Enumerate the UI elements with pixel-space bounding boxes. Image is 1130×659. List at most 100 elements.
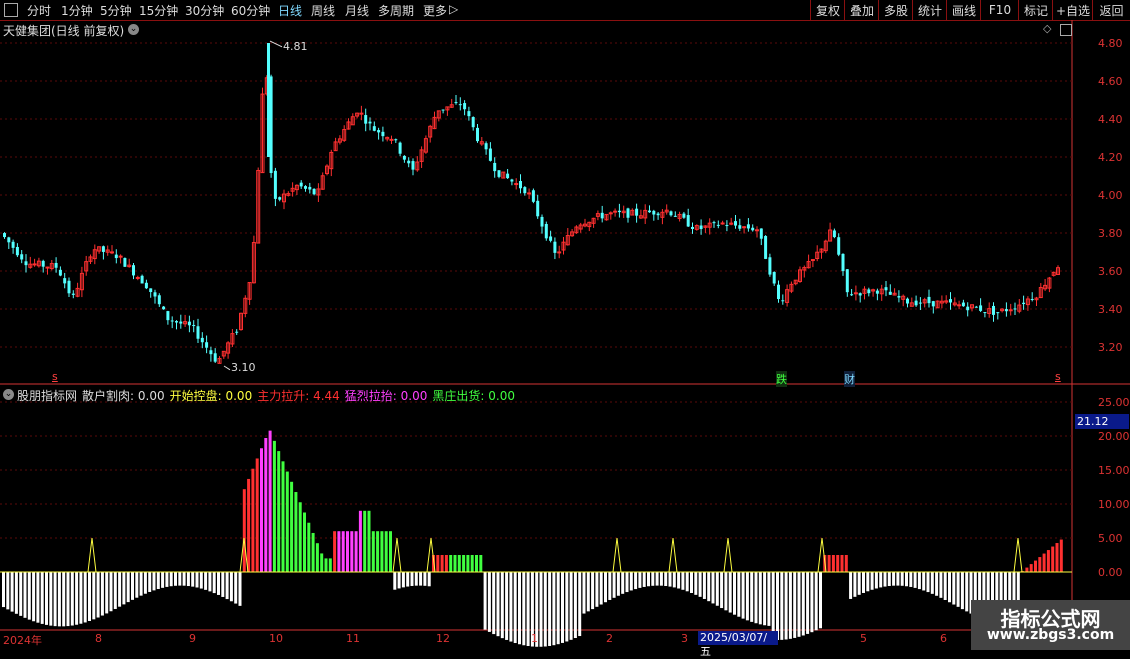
price-tick: 3.20 xyxy=(1098,341,1123,354)
indicator-bar xyxy=(767,572,771,626)
candle-body xyxy=(850,294,854,296)
candle-body xyxy=(837,237,841,255)
candle-body xyxy=(364,115,368,124)
indicator-bar xyxy=(634,572,638,590)
candle-body xyxy=(187,321,191,326)
candle-body xyxy=(699,225,703,230)
candle-body xyxy=(673,215,677,217)
indicator-bar xyxy=(668,572,672,587)
indicator-bar xyxy=(174,572,177,586)
candle-body xyxy=(170,320,174,322)
indicator-bar xyxy=(505,572,509,640)
indicator-bar xyxy=(509,572,513,642)
indicator-bar xyxy=(303,512,306,572)
indicator-bar xyxy=(346,531,349,572)
watermark-url: www.zbgs3.com xyxy=(986,627,1115,643)
indicator-bar xyxy=(814,572,818,631)
date-label: 5 xyxy=(860,632,867,645)
indicator-bar xyxy=(260,448,263,572)
indicator-bar xyxy=(217,572,220,595)
indicator-bar xyxy=(956,572,960,607)
indicator-dropdown-icon[interactable]: ⌄ xyxy=(3,389,14,400)
indicator-bar xyxy=(126,572,130,603)
indicator-bar xyxy=(698,572,702,597)
date-label: 6 xyxy=(940,632,947,645)
candle-body xyxy=(368,121,372,124)
indicator-bar xyxy=(6,572,10,610)
candle-body xyxy=(600,212,604,219)
candle-body xyxy=(841,253,845,272)
indicator-bar xyxy=(255,458,259,572)
candle-body xyxy=(725,225,729,227)
date-label: 10 xyxy=(269,632,283,645)
indicator-bar xyxy=(672,572,676,588)
candle-body xyxy=(454,102,458,104)
indicator-bar xyxy=(900,572,904,586)
indicator-bar xyxy=(423,572,427,586)
diamond-icon[interactable]: ◇ xyxy=(1043,22,1051,35)
indicator-bar xyxy=(2,572,5,608)
candle-body xyxy=(476,127,479,142)
indicator-tick: 25.00 xyxy=(1098,396,1130,409)
price-tick: 4.00 xyxy=(1098,189,1123,202)
date-cursor-box: 2025/03/07/五 xyxy=(698,631,778,658)
indicator-bar xyxy=(294,492,298,572)
indicator-bar xyxy=(831,555,835,572)
indicator-bar xyxy=(681,572,685,590)
indicator-bar xyxy=(586,572,590,612)
price-tick: 3.40 xyxy=(1098,303,1123,316)
indicator-name: 股朋指标网 xyxy=(17,389,78,403)
indicator-bar xyxy=(711,572,715,604)
indicator-bar xyxy=(724,572,728,611)
indicator-bar xyxy=(883,572,887,587)
candle-body xyxy=(458,104,462,106)
candle-body xyxy=(213,353,217,362)
indicator-bar xyxy=(887,572,891,587)
indicator-bar xyxy=(741,572,745,619)
date-label: 3 xyxy=(681,632,688,645)
indicator-bar xyxy=(840,555,844,572)
indicator-bar xyxy=(552,572,556,646)
indicator-bar xyxy=(849,572,853,599)
indicator-bar xyxy=(311,532,315,572)
indicator-bar xyxy=(561,572,564,643)
candle-body xyxy=(484,143,488,150)
indicator-bar xyxy=(234,572,238,604)
candle-body xyxy=(205,342,209,348)
indicator-bar xyxy=(19,572,23,616)
indicator-bar xyxy=(290,481,294,572)
indicator-bar xyxy=(453,555,457,572)
candle-body xyxy=(810,259,815,262)
title-dropdown-icon[interactable]: ⌄ xyxy=(128,24,139,35)
indicator-bar xyxy=(10,572,14,612)
candle-body xyxy=(200,337,204,343)
candle-body xyxy=(759,228,763,239)
cai-marker: 财 xyxy=(844,371,855,387)
indicator-bar xyxy=(870,572,874,590)
panel-toggle-icon[interactable] xyxy=(1060,24,1072,36)
candle-body xyxy=(132,265,135,276)
indicator-bar xyxy=(268,430,272,572)
candle-body xyxy=(961,302,965,307)
indicator-bar xyxy=(1042,553,1046,572)
candle-body xyxy=(884,287,888,291)
candle-body xyxy=(716,224,720,226)
candle-body xyxy=(996,312,1000,314)
candle-body xyxy=(966,306,970,311)
indicator-bar xyxy=(797,572,801,637)
indicator-bar xyxy=(1046,550,1050,572)
indicator-bar xyxy=(105,572,109,614)
indicator-bar xyxy=(397,572,401,589)
cursor-value-box: 21.12 xyxy=(1075,414,1129,429)
candle-body xyxy=(398,142,402,154)
candle-body xyxy=(867,289,871,294)
indicator-bar xyxy=(1038,557,1042,572)
indicator-bar xyxy=(242,489,246,572)
candle-body xyxy=(54,262,58,268)
indicator-bar xyxy=(324,558,328,572)
candle-body xyxy=(381,131,385,137)
indicator-bar xyxy=(457,555,461,572)
indicator-bar xyxy=(548,572,552,646)
indicator-bar xyxy=(1025,567,1029,572)
indicator-bar xyxy=(466,555,470,572)
